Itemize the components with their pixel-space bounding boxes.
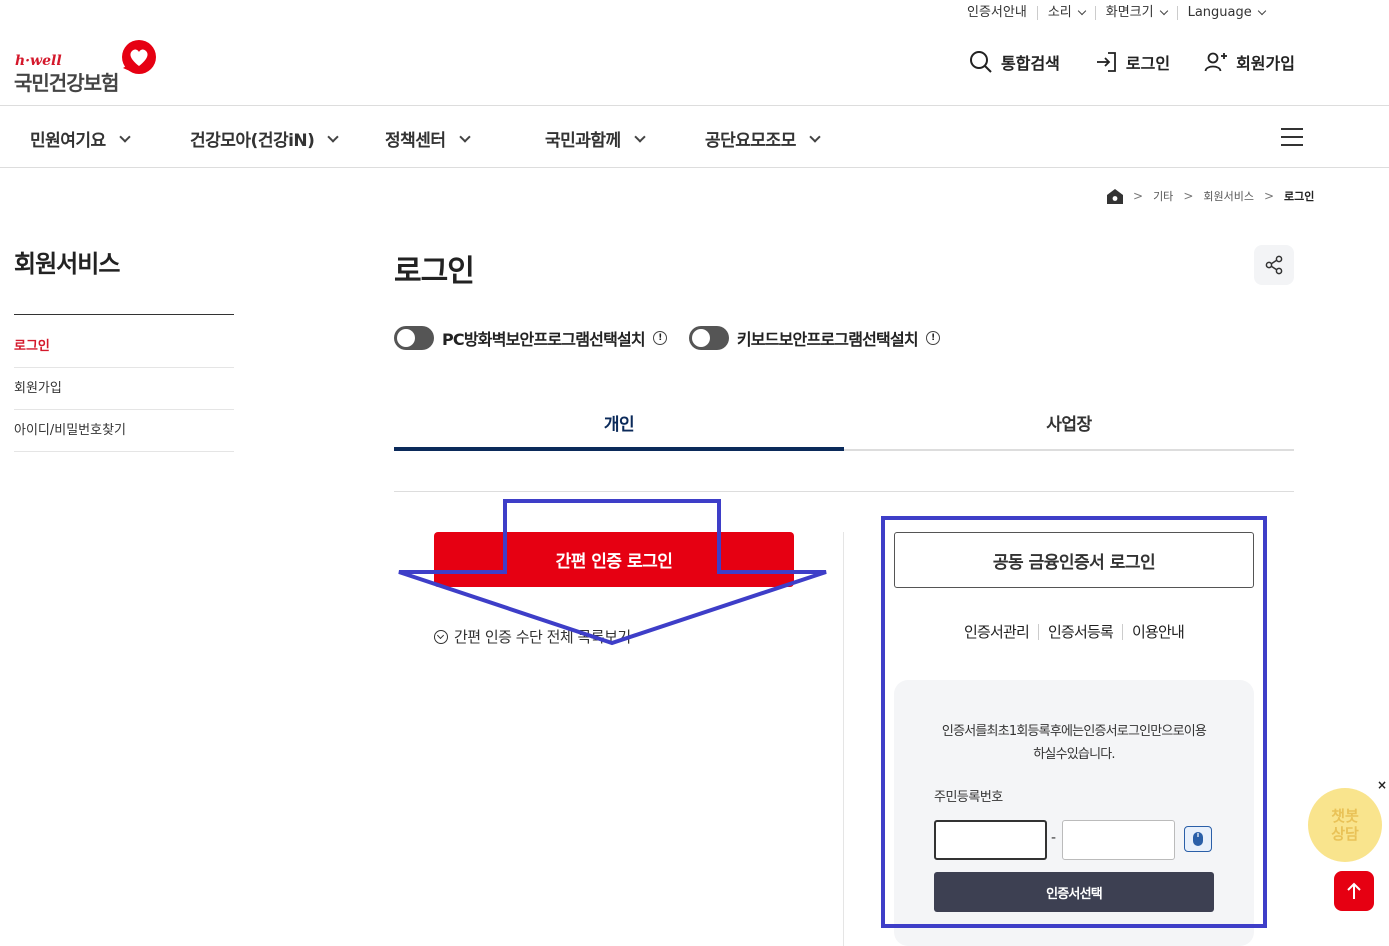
signup-button[interactable]: 회원가입 [1204, 50, 1295, 74]
search-button[interactable]: 통합검색 [969, 50, 1060, 74]
side-item-find-account[interactable]: 아이디/비밀번호찾기 [14, 410, 234, 452]
tab-personal[interactable]: 개인 [394, 396, 844, 451]
login-icon [1096, 52, 1116, 72]
cert-login-button[interactable]: 공동 금융인증서 로그인 [894, 532, 1254, 588]
main-navigation: 민원여기요 건강모아(건강iN) 정책센터 국민과함께 공단요모조모 [0, 105, 1389, 168]
breadcrumb-item[interactable]: 기타 [1153, 188, 1173, 204]
breadcrumb: > 기타 > 회원서비스 > 로그인 [1107, 188, 1314, 204]
login-tabs: 개인 사업장 [394, 396, 1294, 451]
chevron-down-icon [634, 130, 646, 143]
cert-info-text: 인증서를최초1회등록후에는인증서로그인만으로이용 하실수있습니다. [941, 724, 1207, 762]
keyboard-switch[interactable] [688, 326, 729, 350]
utility-language[interactable]: Language [1176, 6, 1275, 20]
heart-logo-icon [122, 40, 156, 74]
tab-business[interactable]: 사업장 [844, 396, 1294, 449]
chatbot-button[interactable]: 챗봇 상담 [1308, 788, 1382, 862]
site-logo[interactable]: h·well 국민건강보험 [14, 40, 164, 95]
share-icon [1265, 255, 1283, 275]
gnb-item-civil[interactable]: 민원여기요 [30, 126, 131, 151]
utility-screen-size[interactable]: 화면크기 [1094, 6, 1177, 20]
cert-guide-link[interactable]: 이용안내 [1122, 624, 1193, 640]
cert-select-button[interactable]: 인증서선택 [934, 872, 1214, 912]
utility-sound[interactable]: 소리 [1036, 6, 1095, 20]
mouse-icon [1193, 832, 1203, 846]
gnb-item-health[interactable]: 건강모아(건강iN) [190, 126, 340, 151]
utility-bar: 인증서안내 소리 화면크기 Language [967, 6, 1275, 20]
info-icon[interactable]: ! [652, 331, 667, 345]
divider [843, 532, 844, 946]
info-icon[interactable]: ! [925, 331, 940, 345]
side-item-login[interactable]: 로그인 [14, 326, 234, 368]
header-actions: 통합검색 로그인 회원가입 [969, 50, 1295, 74]
breadcrumb-current: 로그인 [1284, 190, 1315, 203]
divider [394, 491, 1294, 492]
rrn-dash: - [1051, 830, 1057, 846]
rrn-label: 주민등록번호 [934, 790, 1003, 805]
arrow-up-icon [1347, 882, 1361, 899]
virtual-keyboard-button[interactable] [1184, 826, 1212, 852]
cert-manage-link[interactable]: 인증서관리 [955, 624, 1038, 640]
login-button[interactable]: 로그인 [1094, 50, 1170, 74]
firewall-switch[interactable] [394, 326, 434, 350]
page-title: 로그인 [394, 254, 475, 289]
keyboard-toggle: 키보드보안프로그램선택설치 ! [688, 326, 940, 350]
chevron-down-icon [327, 130, 340, 143]
add-user-icon [1204, 52, 1228, 72]
chevron-down-icon [458, 130, 471, 143]
breadcrumb-separator: > [1263, 189, 1275, 203]
gnb-item-about[interactable]: 공단요모조모 [705, 126, 821, 151]
scroll-top-button[interactable] [1334, 871, 1374, 911]
utility-cert-guide[interactable]: 인증서안내 [967, 6, 1037, 20]
logo-main: 국민건강보험 [14, 71, 119, 95]
chevron-down-icon [1257, 6, 1266, 16]
menu-icon[interactable] [1281, 128, 1303, 146]
side-item-signup[interactable]: 회원가입 [14, 368, 234, 410]
breadcrumb-separator: > [1183, 189, 1194, 203]
cert-register-link[interactable]: 인증서등록 [1037, 624, 1122, 640]
share-button[interactable] [1254, 245, 1294, 285]
gnb-item-policy[interactable]: 정책센터 [385, 126, 471, 151]
firewall-toggle: PC방화벽보안프로그램선택설치 ! [394, 326, 667, 350]
rrn-back-input[interactable] [1062, 820, 1175, 860]
divider [14, 314, 234, 315]
easy-login-more-link[interactable]: 간편 인증 수단 전체 목록보기 [434, 626, 631, 647]
security-toggles: PC방화벽보안프로그램선택설치 ! 키보드보안프로그램선택설치 ! [394, 326, 940, 350]
search-icon [970, 51, 992, 73]
breadcrumb-item[interactable]: 회원서비스 [1203, 188, 1254, 204]
side-menu: 로그인 회원가입 아이디/비밀번호찾기 [14, 326, 234, 452]
cert-links: 인증서관리 인증서등록 이용안내 [894, 624, 1254, 640]
home-icon[interactable] [1107, 188, 1123, 204]
easy-login-button[interactable]: 간편 인증 로그인 [434, 532, 794, 587]
cert-form-panel: 인증서를최초1회등록후에는인증서로그인만으로이용 하실수있습니다. 주민등록번호… [894, 680, 1254, 946]
close-icon[interactable]: × [1377, 778, 1387, 792]
chevron-down-circle-icon [434, 629, 448, 644]
chevron-down-icon [1159, 6, 1168, 16]
rrn-front-input[interactable] [934, 820, 1047, 860]
side-title: 회원서비스 [14, 250, 120, 278]
gnb-item-people[interactable]: 국민과함께 [545, 126, 646, 151]
chevron-down-icon [119, 130, 131, 143]
breadcrumb-separator: > [1133, 189, 1144, 203]
chevron-down-icon [809, 130, 821, 143]
chevron-down-icon [1077, 6, 1086, 16]
